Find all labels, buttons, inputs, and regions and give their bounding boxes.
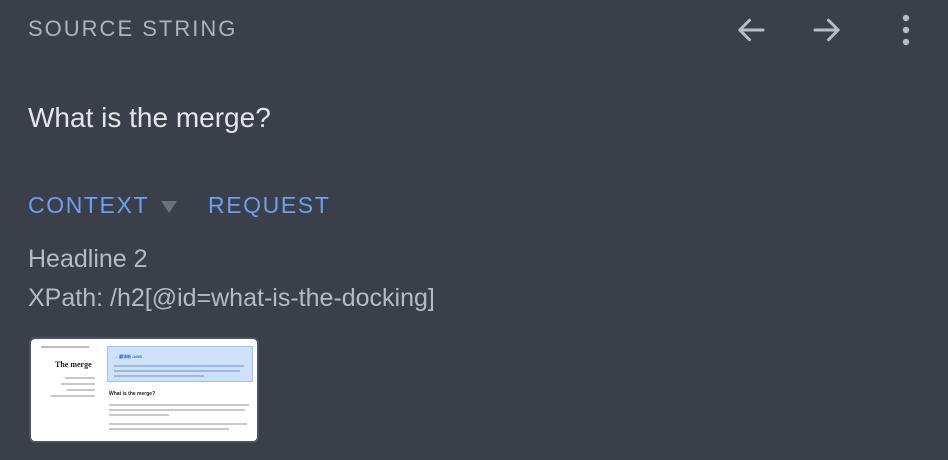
next-string-button[interactable] <box>807 10 847 50</box>
panel-header-label: SOURCE STRING <box>28 16 238 41</box>
caret-down-icon[interactable] <box>160 200 178 214</box>
context-xpath: XPath: /h2[@id=what-is-the-docking] <box>28 284 435 312</box>
screenshot-text-line <box>109 409 245 411</box>
screenshot-nav-line <box>67 389 95 391</box>
context-screenshot-thumbnail[interactable]: The merge → 翻译新 /ABB What is the merge? <box>29 337 259 443</box>
screenshot-nav-line <box>51 395 95 397</box>
more-options-button[interactable] <box>886 10 926 50</box>
context-element-type: Headline 2 <box>28 245 148 273</box>
screenshot-text-line <box>109 414 169 416</box>
source-string-text: What is the merge? <box>28 102 271 133</box>
screenshot-text-line <box>114 370 240 372</box>
screenshot-preview: The merge → 翻译新 /ABB What is the merge? <box>35 343 253 437</box>
screenshot-nav-line <box>65 377 95 379</box>
screenshot-text-line <box>114 375 204 377</box>
screenshot-nav-line <box>61 383 95 385</box>
screenshot-sidebar: The merge <box>35 343 105 437</box>
screenshot-page-title: The merge <box>55 360 92 369</box>
screenshot-text-line <box>109 404 249 406</box>
screenshot-banner-title: → 翻译新 /ABB <box>114 354 142 359</box>
screenshot-text-line <box>114 365 244 367</box>
arrow-left-icon <box>738 18 765 42</box>
previous-string-button[interactable] <box>731 10 771 50</box>
source-string-panel: SOURCE STRING What is the merge? CONTEXT… <box>0 0 948 460</box>
screenshot-text-line <box>109 423 247 425</box>
tab-context[interactable]: CONTEXT <box>28 192 149 219</box>
screenshot-nav-line <box>41 346 89 348</box>
screenshot-section-heading: What is the merge? <box>109 391 156 397</box>
arrow-right-icon <box>813 18 840 42</box>
tab-request[interactable]: REQUEST <box>208 192 330 219</box>
screenshot-banner: → 翻译新 /ABB <box>107 346 253 382</box>
screenshot-text-line <box>109 428 229 430</box>
more-vertical-icon <box>902 14 910 46</box>
